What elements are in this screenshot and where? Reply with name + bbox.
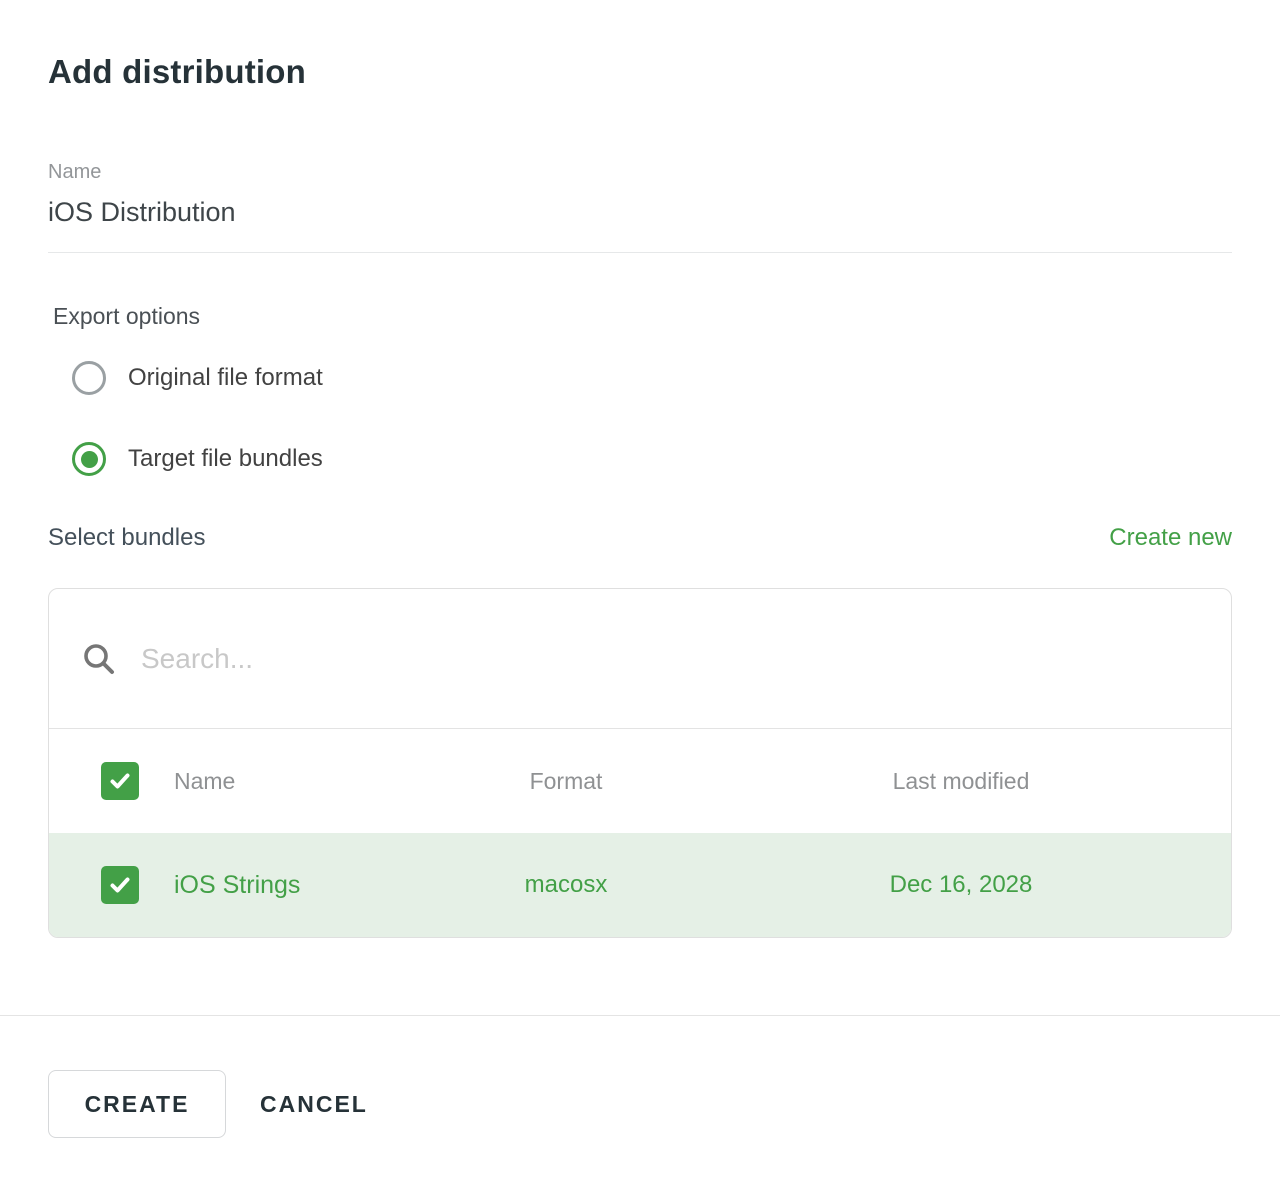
bundle-name-cell: iOS Strings	[139, 871, 441, 900]
bundle-format-cell: macosx	[441, 871, 691, 899]
radio-option-label: Target file bundles	[128, 445, 323, 473]
bundle-row-ios-strings[interactable]: iOS Strings macosx Dec 16, 2028	[49, 833, 1231, 937]
bundle-last-modified-cell: Dec 16, 2028	[691, 871, 1231, 899]
radio-unselected-icon[interactable]	[72, 361, 106, 395]
name-field-label: Name	[48, 161, 1232, 184]
bundle-search-input[interactable]	[141, 643, 1231, 675]
page-title: Add distribution	[48, 52, 1232, 91]
radio-option-label: Original file format	[128, 364, 323, 392]
bundle-table-header: Name Format Last modified	[49, 729, 1231, 833]
select-bundles-header: Select bundles Create new	[48, 524, 1232, 552]
select-all-checkbox[interactable]	[101, 762, 139, 800]
column-header-format: Format	[441, 768, 691, 795]
create-new-link[interactable]: Create new	[1109, 524, 1232, 552]
radio-selected-icon[interactable]	[72, 442, 106, 476]
column-header-last-modified: Last modified	[691, 768, 1231, 795]
name-field[interactable]	[48, 196, 1232, 253]
create-button[interactable]: CREATE	[48, 1070, 226, 1138]
name-field-group: Name	[48, 161, 1232, 253]
cancel-button[interactable]: CANCEL	[260, 1091, 368, 1118]
row-checkbox[interactable]	[101, 866, 139, 904]
bundle-selector-panel: Name Format Last modified iOS Strings ma…	[48, 588, 1232, 938]
radio-option-target-file-bundles[interactable]: Target file bundles	[48, 442, 1232, 476]
export-options-label: Export options	[53, 303, 1232, 330]
radio-option-original-file-format[interactable]: Original file format	[48, 361, 1232, 395]
form-actions: CREATE CANCEL	[48, 1070, 1232, 1138]
add-distribution-form: Add distribution Name Export options Ori…	[0, 52, 1280, 1138]
bundle-search-row	[49, 589, 1231, 729]
checkmark-icon	[108, 769, 132, 793]
checkmark-icon	[108, 873, 132, 897]
search-icon	[81, 641, 117, 677]
select-bundles-label: Select bundles	[48, 524, 205, 552]
column-header-name: Name	[139, 768, 441, 795]
footer-divider	[0, 1015, 1280, 1016]
